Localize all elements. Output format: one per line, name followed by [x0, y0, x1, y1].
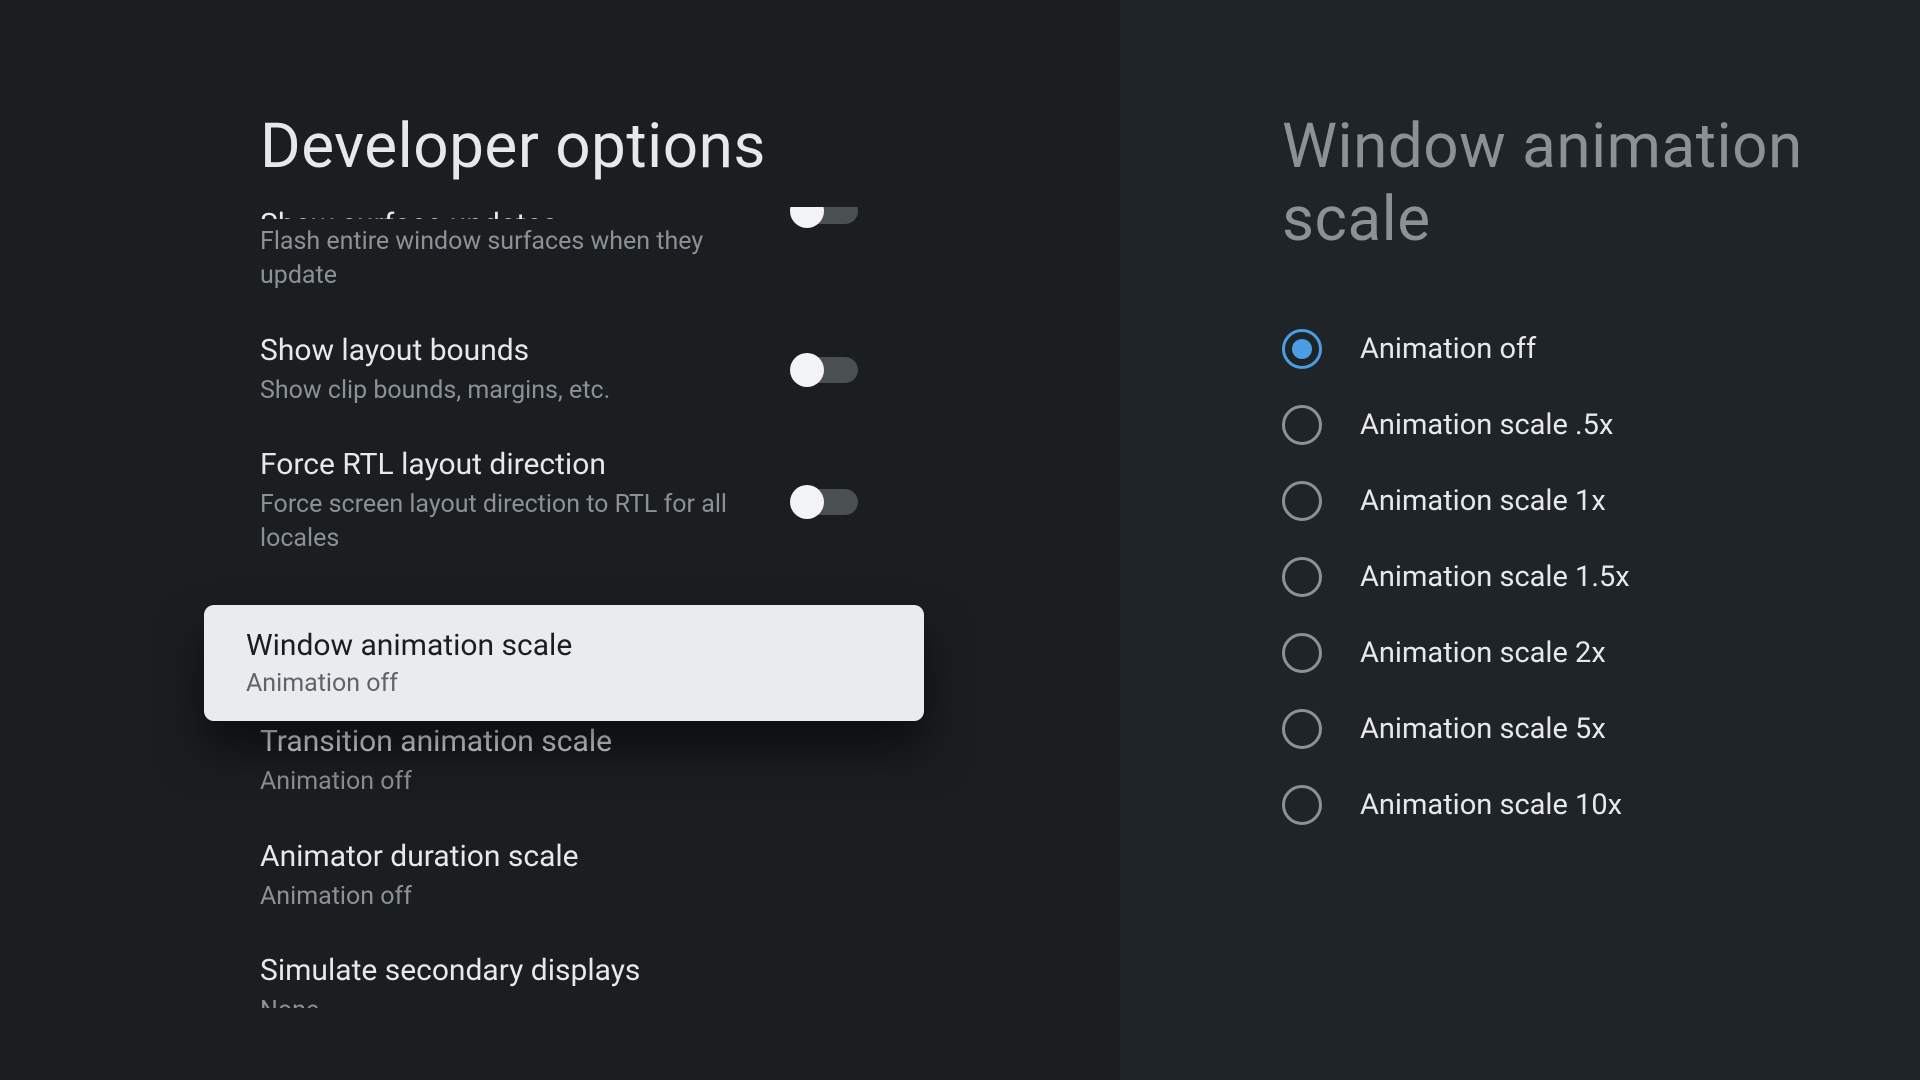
toggle-switch[interactable]: [792, 357, 858, 383]
option-title: Window animation scale: [246, 628, 882, 663]
radio-animation-5x-high[interactable]: Animation scale 5x: [1120, 691, 1920, 767]
option-title: Show surface updates: [260, 207, 870, 219]
option-subtitle: Animation off: [260, 880, 760, 914]
option-title: Force RTL layout direction: [260, 447, 870, 482]
radio-icon: [1282, 709, 1322, 749]
option-title: Show layout bounds: [260, 333, 870, 368]
option-window-animation-scale-selected[interactable]: Window animation scale Animation off: [204, 605, 924, 721]
radio-icon: [1282, 329, 1322, 369]
radio-animation-1x[interactable]: Animation scale 1x: [1120, 463, 1920, 539]
right-panel: Window animation scale Animation off Ani…: [1120, 0, 1920, 1080]
radio-label: Animation scale 5x: [1360, 712, 1606, 746]
option-subtitle: None: [260, 994, 760, 1008]
radio-animation-10x[interactable]: Animation scale 10x: [1120, 767, 1920, 843]
option-title: Animator duration scale: [260, 839, 870, 874]
option-show-surface-updates[interactable]: Show surface updates Flash entire window…: [0, 207, 870, 313]
option-subtitle: Animation off: [260, 765, 760, 799]
left-panel: Developer options Show surface updates F…: [0, 0, 1120, 1080]
option-subtitle: Show clip bounds, margins, etc.: [260, 374, 760, 408]
right-panel-title: Window animation scale: [1282, 110, 1920, 256]
radio-label: Animation scale 1x: [1360, 484, 1606, 518]
option-title: Transition animation scale: [260, 724, 870, 759]
option-subtitle: Animation off: [246, 669, 882, 698]
radio-animation-off[interactable]: Animation off: [1120, 311, 1920, 387]
radio-icon: [1282, 633, 1322, 673]
toggle-switch[interactable]: [792, 207, 858, 224]
radio-icon: [1282, 785, 1322, 825]
radio-label: Animation scale 2x: [1360, 636, 1606, 670]
toggle-switch[interactable]: [792, 489, 858, 515]
radio-animation-2x[interactable]: Animation scale 2x: [1120, 615, 1920, 691]
option-simulate-secondary-displays[interactable]: Simulate secondary displays None: [0, 933, 870, 1028]
option-show-layout-bounds[interactable]: Show layout bounds Show clip bounds, mar…: [0, 313, 870, 428]
radio-icon: [1282, 405, 1322, 445]
radio-animation-15x[interactable]: Animation scale 1.5x: [1120, 539, 1920, 615]
radio-animation-5x[interactable]: Animation scale .5x: [1120, 387, 1920, 463]
option-animator-duration-scale[interactable]: Animator duration scale Animation off: [0, 819, 870, 934]
left-panel-title: Developer options: [260, 110, 1120, 183]
radio-label: Animation scale 1.5x: [1360, 560, 1630, 594]
option-subtitle: Flash entire window surfaces when they u…: [260, 225, 760, 293]
option-subtitle: Force screen layout direction to RTL for…: [260, 488, 760, 556]
option-title: Simulate secondary displays: [260, 953, 870, 988]
radio-label: Animation scale .5x: [1360, 408, 1613, 442]
option-force-rtl[interactable]: Force RTL layout direction Force screen …: [0, 427, 870, 576]
radio-icon: [1282, 481, 1322, 521]
radio-icon: [1282, 557, 1322, 597]
radio-label: Animation off: [1360, 332, 1536, 366]
radio-label: Animation scale 10x: [1360, 788, 1622, 822]
